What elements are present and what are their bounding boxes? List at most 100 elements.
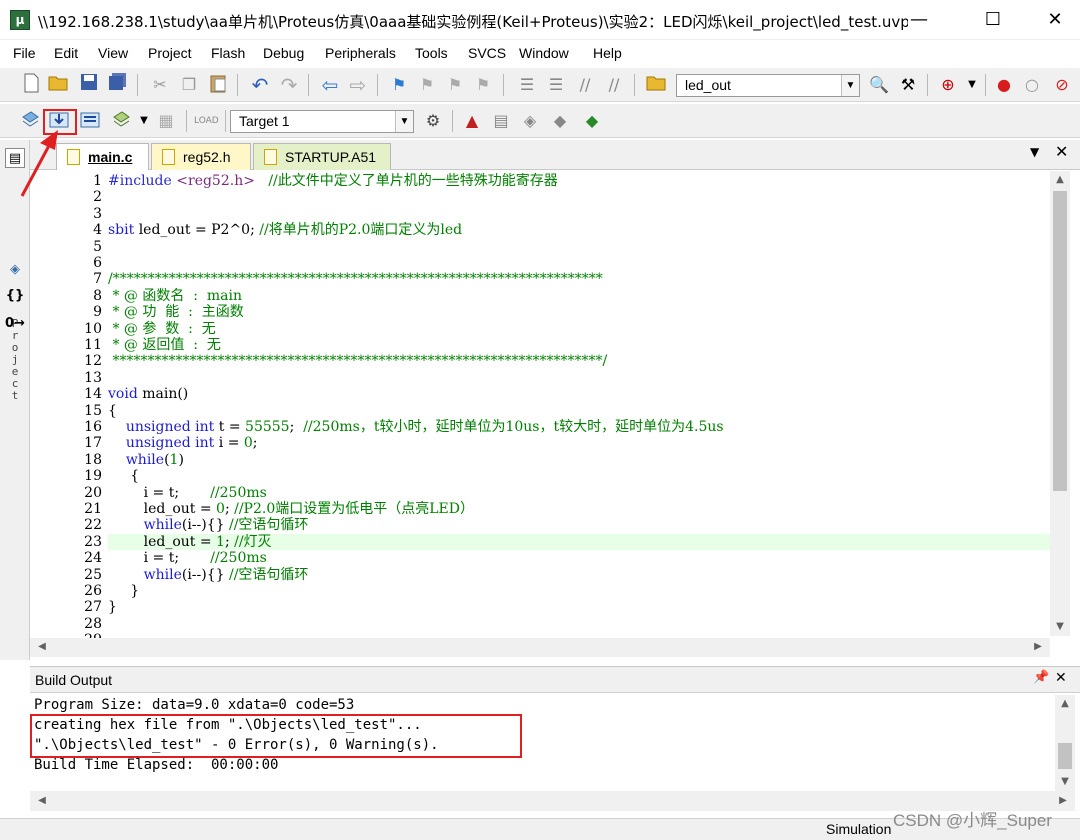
code-line[interactable]: i = t; //250ms (108, 550, 1050, 566)
scroll-up-icon[interactable]: ▲ (1055, 695, 1075, 713)
undo-icon[interactable]: ↶ (248, 73, 272, 97)
menu-window[interactable]: Window (519, 45, 569, 61)
batch-build-icon[interactable] (109, 109, 133, 133)
select-packs-icon[interactable]: ◈ (518, 109, 542, 133)
menu-help[interactable]: Help (593, 45, 622, 61)
tab-startup-a51[interactable]: STARTUP.A51 (253, 143, 391, 170)
editor-vertical-scrollbar[interactable]: ▲ ▼ (1050, 171, 1070, 636)
code-line[interactable]: } (108, 599, 1050, 615)
incremental-find-icon[interactable]: ⚒ (896, 73, 920, 97)
code-line[interactable] (108, 255, 1050, 271)
comment-icon[interactable]: // (573, 73, 597, 97)
code-line[interactable] (108, 189, 1050, 205)
code-line[interactable]: } (108, 583, 1050, 599)
tab-list-dropdown-icon[interactable]: ▼ (1030, 145, 1039, 159)
redo-icon[interactable]: ↷ (277, 73, 301, 97)
debug-session-icon[interactable]: ⊕ (936, 73, 960, 97)
copy-icon[interactable]: ❐ (177, 73, 201, 97)
close-button[interactable]: ✕ (1032, 0, 1078, 40)
paste-icon[interactable] (206, 73, 230, 97)
find-icon[interactable]: 🔍 (867, 73, 891, 97)
menu-file[interactable]: File (13, 45, 36, 61)
scroll-down-icon[interactable]: ▼ (1050, 618, 1070, 636)
code-line[interactable] (108, 616, 1050, 632)
stop-build-icon[interactable]: ▦ (154, 109, 178, 133)
menu-peripherals[interactable]: Peripherals (325, 45, 396, 61)
scroll-left-icon[interactable]: ◀ (32, 638, 52, 656)
scroll-right-icon[interactable]: ▶ (1028, 638, 1048, 656)
manage-components-icon[interactable]: ▤ (489, 109, 513, 133)
navigate-forward-icon[interactable]: ⇨ (346, 73, 370, 97)
close-panel-icon[interactable]: ✕ (1055, 670, 1067, 686)
code-line[interactable]: * @ 函数名 : main (108, 288, 1050, 304)
project-window-icon[interactable]: ▤ (5, 148, 25, 168)
chevron-down-icon[interactable]: ▼ (395, 111, 413, 132)
code-line[interactable]: unsigned int i = 0; (108, 435, 1050, 451)
clear-bookmarks-icon[interactable]: ⚑ (471, 73, 495, 97)
code-line[interactable] (108, 239, 1050, 255)
scroll-right-icon[interactable]: ▶ (1053, 792, 1073, 810)
functions-icon[interactable]: {} (5, 286, 25, 306)
code-area[interactable]: #include <reg52.h> //此文件中定义了单片机的一些特殊功能寄存… (108, 171, 1050, 636)
translate-icon[interactable] (18, 109, 42, 133)
tab-reg52-h[interactable]: reg52.h (151, 143, 251, 170)
open-folder-icon[interactable] (47, 73, 71, 97)
code-line[interactable]: sbit led_out = P2^0; //将单片机的P2.0端口定义为led (108, 222, 1050, 238)
code-line[interactable]: while(1) (108, 452, 1050, 468)
uncomment-icon[interactable]: // (602, 73, 626, 97)
code-line[interactable]: * @ 功 能 : 主函数 (108, 304, 1050, 320)
code-line[interactable]: i = t; //250ms (108, 485, 1050, 501)
menu-project[interactable]: Project (148, 45, 192, 61)
code-line[interactable]: while(i--){} //空语句循环 (108, 517, 1050, 533)
close-tab-icon[interactable]: ✕ (1055, 142, 1068, 161)
kill-breakpoints-icon[interactable]: ⊘ (1050, 73, 1074, 97)
code-line[interactable]: void main() (108, 386, 1050, 402)
runtime-environment-icon[interactable]: ◆ (580, 109, 604, 133)
code-line[interactable]: { (108, 403, 1050, 419)
scroll-down-icon[interactable]: ▼ (1055, 773, 1075, 791)
disable-breakpoint-icon[interactable]: ○ (1020, 73, 1044, 97)
code-editor[interactable]: 1 2 3 4 5 6 7 8 9 10 11 12 13 14 15 16 17 18 19 20 21 22 23 24 2… (30, 171, 1080, 657)
navigate-back-icon[interactable]: ⇦ (318, 73, 342, 97)
menu-debug[interactable]: Debug (263, 45, 304, 61)
rebuild-icon[interactable] (78, 109, 102, 133)
menu-view[interactable]: View (98, 45, 128, 61)
scroll-thumb[interactable] (1053, 191, 1067, 491)
books-icon[interactable]: ◈ (5, 260, 25, 280)
code-line[interactable]: led_out = 0; //P2.0端口设置为低电平（点亮LED） (108, 501, 1050, 517)
scroll-thumb[interactable] (1058, 743, 1072, 769)
prev-bookmark-icon[interactable]: ⚑ (415, 73, 439, 97)
editor-horizontal-scrollbar[interactable]: ◀ ▶ (30, 638, 1050, 657)
minimize-button[interactable]: — (896, 0, 942, 40)
find-in-files-icon[interactable] (645, 73, 669, 97)
save-all-icon[interactable] (106, 73, 130, 97)
tab-main-c[interactable]: main.c (56, 143, 149, 170)
cut-icon[interactable]: ✂ (148, 73, 172, 97)
find-combo[interactable]: led_out ▼ (676, 74, 860, 97)
code-line[interactable]: #include <reg52.h> //此文件中定义了单片机的一些特殊功能寄存… (108, 173, 1050, 189)
scroll-left-icon[interactable]: ◀ (32, 792, 52, 810)
new-file-icon[interactable] (19, 73, 43, 97)
code-line[interactable]: while(i--){} //空语句循环 (108, 567, 1050, 583)
save-icon[interactable] (77, 73, 101, 97)
target-combo[interactable]: Target 1 ▼ (230, 110, 414, 133)
code-line[interactable]: unsigned int t = 55555; //250ms，t较小时，延时单… (108, 419, 1050, 435)
target-options-icon[interactable]: ⚙ (421, 109, 445, 133)
bookmark-icon[interactable]: ⚑ (387, 73, 411, 97)
chevron-down-icon[interactable]: ▼ (132, 109, 156, 133)
next-bookmark-icon[interactable]: ⚑ (443, 73, 467, 97)
menu-edit[interactable]: Edit (54, 45, 78, 61)
menu-flash[interactable]: Flash (211, 45, 245, 61)
code-line[interactable]: ****************************************… (108, 353, 1050, 369)
file-extensions-icon[interactable]: ▲ (460, 109, 484, 133)
code-line[interactable]: { (108, 468, 1050, 484)
maximize-button[interactable]: ☐ (970, 0, 1016, 40)
templates-icon[interactable]: 0→ (5, 314, 25, 334)
code-line[interactable]: * @ 返回值 : 无 (108, 337, 1050, 353)
code-line[interactable]: led_out = 1; //灯灭 (108, 533, 1050, 551)
indent-icon[interactable]: ☰ (515, 73, 539, 97)
code-line[interactable]: /***************************************… (108, 271, 1050, 287)
unindent-icon[interactable]: ☰ (544, 73, 568, 97)
code-line[interactable] (108, 206, 1050, 222)
pin-icon[interactable]: 📌 (1033, 670, 1049, 685)
